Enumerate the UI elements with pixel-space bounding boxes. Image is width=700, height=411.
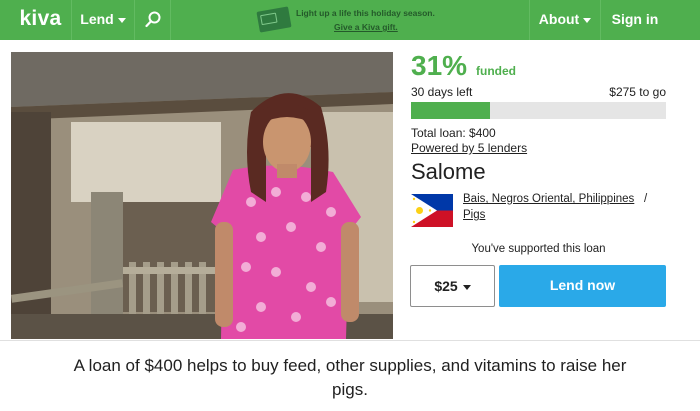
lend-amount-value: $25	[434, 278, 458, 294]
borrower-name: Salome	[411, 159, 486, 184]
nav-lend-label: Lend	[80, 11, 114, 27]
loan-sector-link[interactable]: Pigs	[463, 209, 485, 221]
borrower-photo	[11, 52, 393, 339]
funding-progress-fill	[411, 102, 491, 119]
chevron-down-icon	[583, 17, 592, 23]
funding-progress-bar	[411, 102, 666, 119]
gift-card-icon	[256, 6, 292, 33]
top-nav-bar: kiva Lend Light up a life this holiday s…	[0, 0, 700, 40]
nav-about-menu[interactable]: About	[530, 0, 600, 40]
borrower-location-link[interactable]: Bais, Negros Oriental, Philippines	[463, 193, 634, 205]
nav-lend-menu[interactable]: Lend	[72, 0, 134, 40]
loan-description: A loan of $400 helps to buy feed, other …	[73, 356, 627, 399]
lenders-link[interactable]: Powered by 5 lenders	[411, 141, 527, 155]
philippines-flag-icon	[411, 194, 453, 227]
nav-about-label: About	[538, 11, 580, 27]
promo-headline: Light up a life this holiday season.	[296, 8, 435, 18]
funded-label: funded	[476, 64, 516, 78]
amount-to-go: $275 to go	[609, 85, 666, 99]
search-button[interactable]	[134, 0, 170, 40]
borrower-photo-illustration	[11, 52, 393, 339]
lend-now-button[interactable]: Lend now	[499, 265, 666, 307]
give-kiva-gift-link[interactable]: Give a Kiva gift.	[334, 22, 398, 32]
search-icon	[145, 11, 161, 28]
section-divider	[0, 340, 700, 341]
days-left: 30 days left	[411, 85, 473, 99]
total-loan: Total loan: $400	[411, 126, 496, 140]
holiday-promo: Light up a life this holiday season. Giv…	[256, 6, 448, 36]
lend-amount-select[interactable]: $25	[410, 265, 495, 307]
kiva-logo[interactable]: kiva	[10, 0, 71, 40]
percent-funded: 31%	[411, 50, 468, 81]
chevron-down-icon	[462, 284, 471, 290]
location-separator: /	[644, 193, 648, 205]
chevron-down-icon	[117, 17, 126, 23]
nav-divider	[170, 0, 171, 40]
supported-notice: You've supported this loan	[471, 243, 606, 255]
sign-in-link[interactable]: Sign in	[601, 0, 669, 40]
